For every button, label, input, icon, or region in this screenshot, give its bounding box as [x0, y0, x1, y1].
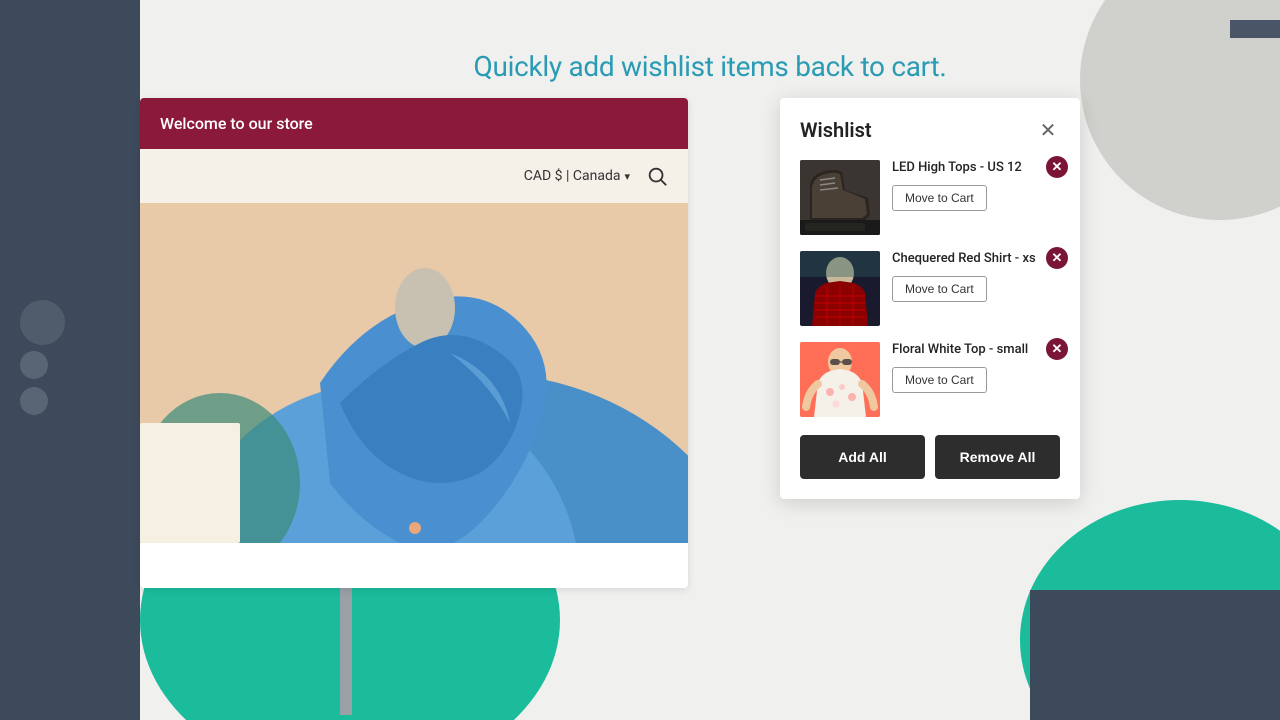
list-item: Floral White Top - small Move to Cart ✕ — [800, 342, 1060, 417]
list-item: Chequered Red Shirt - xs Move to Cart ✕ — [800, 251, 1060, 326]
remove-item-top[interactable]: ✕ — [1046, 338, 1068, 360]
item-name-top: Floral White Top - small — [892, 342, 1060, 359]
store-nav: CAD $ | Canada ▾ — [140, 149, 688, 203]
move-to-cart-button-shirt[interactable]: Move to Cart — [892, 276, 987, 302]
wishlist-header: Wishlist ✕ — [800, 118, 1060, 142]
close-button[interactable]: ✕ — [1036, 118, 1060, 142]
page-headline: Quickly add wishlist items back to cart. — [140, 0, 1280, 83]
remove-item-boots[interactable]: ✕ — [1046, 156, 1068, 178]
remove-all-button[interactable]: Remove All — [935, 435, 1060, 479]
wishlist-actions: Add All Remove All — [800, 435, 1060, 479]
wishlist-panel: Wishlist ✕ — [780, 98, 1080, 499]
sidebar-decoration — [20, 300, 65, 423]
store-illustration — [140, 203, 688, 543]
move-to-cart-button-boots[interactable]: Move to Cart — [892, 185, 987, 211]
store-header: Welcome to our store — [140, 98, 688, 149]
item-image-shirt — [800, 251, 880, 326]
item-details-top: Floral White Top - small Move to Cart — [892, 342, 1060, 393]
item-details-shirt: Chequered Red Shirt - xs Move to Cart — [892, 251, 1060, 302]
search-icon[interactable] — [646, 165, 668, 187]
item-name-boots: LED High Tops - US 12 — [892, 160, 1060, 177]
store-card: Welcome to our store CAD $ | Canada ▾ — [140, 98, 688, 588]
main-content: Quickly add wishlist items back to cart.… — [140, 0, 1280, 720]
chevron-down-icon: ▾ — [624, 170, 630, 183]
add-all-button[interactable]: Add All — [800, 435, 925, 479]
list-item: LED High Tops - US 12 Move to Cart ✕ — [800, 160, 1060, 235]
item-image-top — [800, 342, 880, 417]
currency-selector[interactable]: CAD $ | Canada ▾ — [524, 168, 630, 184]
item-details-boots: LED High Tops - US 12 Move to Cart — [892, 160, 1060, 211]
item-name-shirt: Chequered Red Shirt - xs — [892, 251, 1060, 268]
item-image-boots — [800, 160, 880, 235]
move-to-cart-button-top[interactable]: Move to Cart — [892, 367, 987, 393]
wishlist-title: Wishlist — [800, 118, 872, 142]
remove-item-shirt[interactable]: ✕ — [1046, 247, 1068, 269]
